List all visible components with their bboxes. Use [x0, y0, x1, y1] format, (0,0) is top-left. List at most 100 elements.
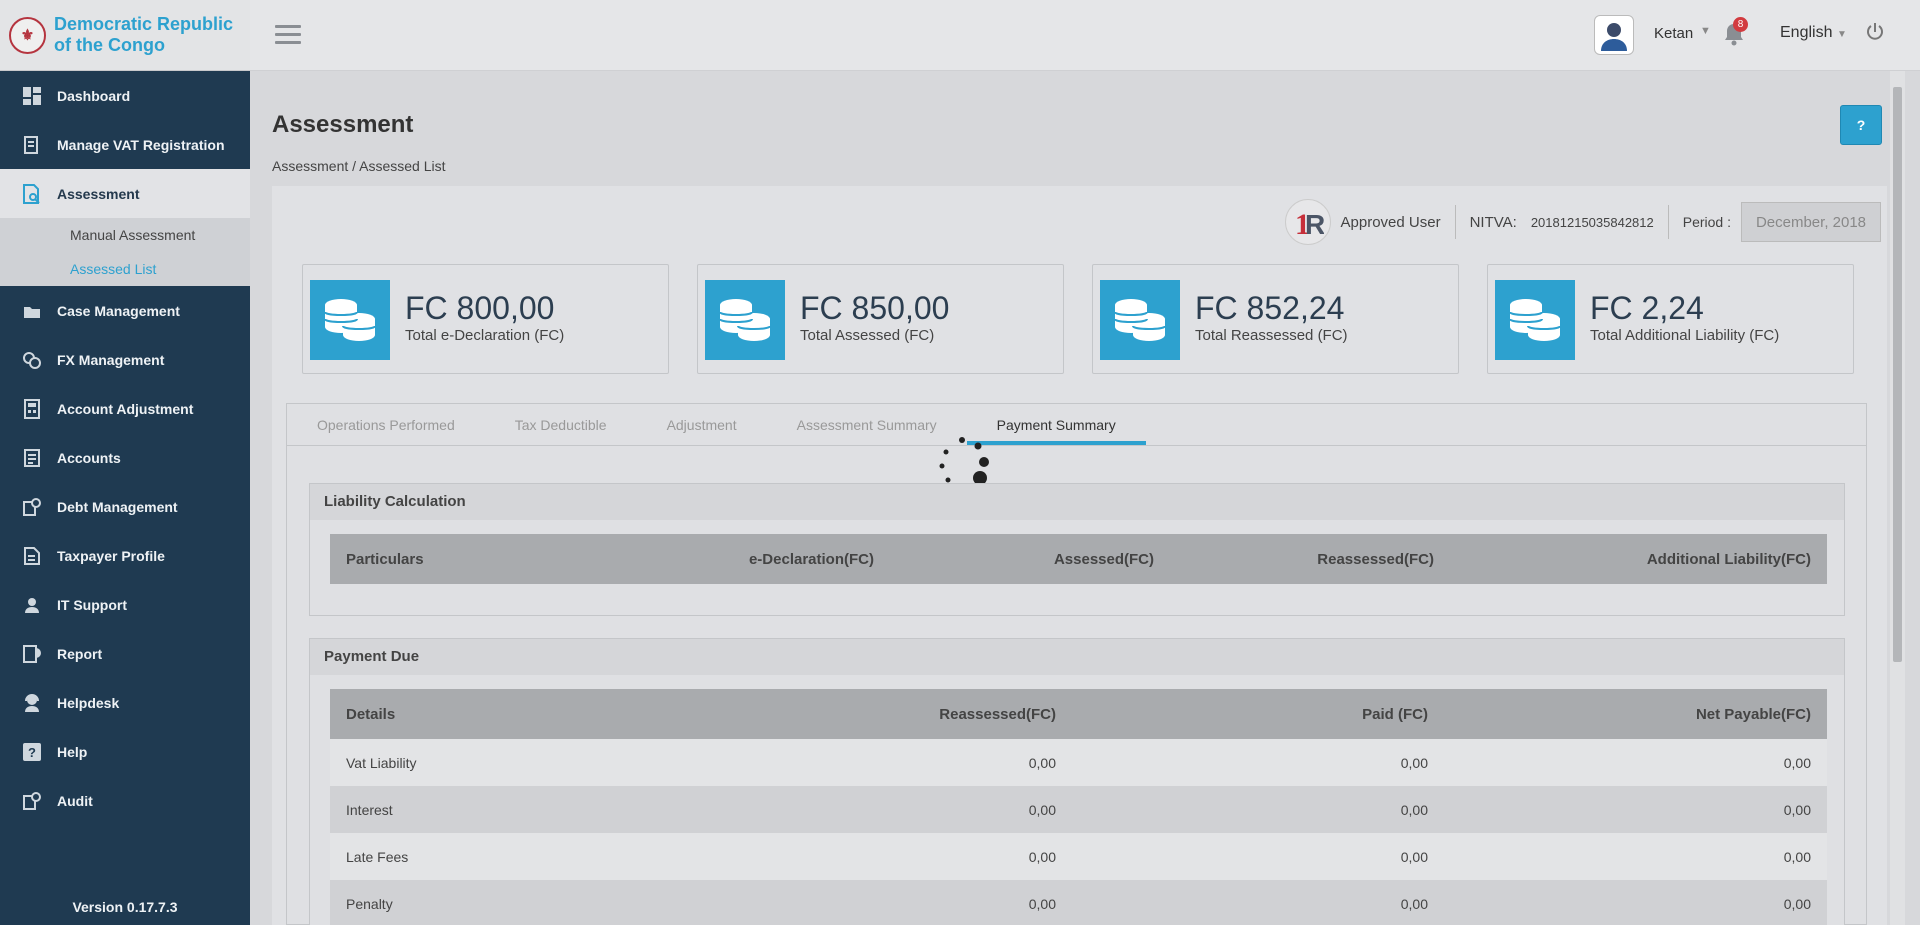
tab-adjustment[interactable]: Adjustment	[637, 404, 767, 445]
sidebar-nav: Dashboard Manage VAT Registration Assess…	[0, 71, 250, 825]
payment-due-panel: Payment Due Details Reassessed(FC) Paid …	[309, 638, 1845, 925]
power-icon[interactable]	[1865, 22, 1887, 44]
brand[interactable]: ⚜ Democratic Republic of the Congo	[0, 0, 250, 71]
sidebar-item-label: Audit	[57, 792, 93, 809]
help-button[interactable]: ?	[1840, 105, 1882, 145]
sidebar-item-help[interactable]: ? Help	[0, 727, 250, 776]
row-net: 0,00	[1444, 880, 1827, 925]
tab-tax-deductible[interactable]: Tax Deductible	[485, 404, 637, 445]
avatar[interactable]	[1594, 15, 1634, 55]
accounts-icon	[22, 448, 42, 468]
report-icon	[22, 644, 42, 664]
coins-icon	[1100, 280, 1180, 360]
sidebar-item-label: Help	[57, 743, 88, 760]
sidebar-item-label: FX Management	[57, 351, 165, 368]
card-value: FC 800,00	[405, 290, 555, 326]
assessment-icon	[22, 183, 42, 204]
version-label: Version 0.17.7.3	[72, 899, 178, 915]
chevron-down-icon: ▼	[1836, 29, 1847, 40]
top-header: Ketan ▼ 8 English ▼	[250, 0, 1920, 71]
sidebar-item-report[interactable]: Report	[0, 629, 250, 678]
breadcrumb: Assessment / Assessed List	[272, 158, 446, 174]
taxpayer-info-bar: 1R Approved User NITVA: 2018121503584281…	[1284, 199, 1881, 245]
sidebar-item-label: Dashboard	[57, 87, 131, 104]
coat-of-arms-icon: ⚜	[9, 16, 46, 54]
liability-table: Particulars e-Declaration(FC) Assessed(F…	[330, 534, 1827, 584]
card-value: FC 2,24	[1590, 290, 1704, 326]
divider	[1667, 205, 1669, 239]
sidebar-item-dashboard[interactable]: Dashboard	[0, 71, 250, 120]
column-header: Reassessed(FC)	[700, 689, 1072, 739]
approved-user-logo-icon: 1R	[1284, 199, 1331, 245]
table-row: Vat Liability 0,00 0,00 0,00	[330, 739, 1827, 786]
divider	[1454, 205, 1456, 239]
column-header: Net Payable(FC)	[1444, 689, 1827, 739]
sidebar-item-taxpayer-profile[interactable]: Taxpayer Profile	[0, 531, 250, 580]
period-field[interactable]: December, 2018	[1741, 202, 1881, 242]
tab-panel: Operations Performed Tax Deductible Adju…	[286, 403, 1867, 925]
card-label: Total Assessed (FC)	[800, 327, 935, 344]
chevron-down-icon[interactable]: ▼	[1700, 25, 1711, 37]
sidebar-item-it-support[interactable]: IT Support	[0, 580, 250, 629]
row-reassessed: 0,00	[700, 786, 1072, 833]
tab-operations-performed[interactable]: Operations Performed	[287, 404, 485, 445]
row-reassessed: 0,00	[700, 833, 1072, 880]
summary-card-reassessed: FC 852,24 Total Reassessed (FC)	[1092, 264, 1459, 374]
vertical-scrollbar[interactable]	[1890, 71, 1905, 925]
brand-name: Democratic Republic of the Congo	[54, 14, 234, 55]
column-header: Assessed(FC)	[890, 534, 1170, 584]
coins-icon	[705, 280, 785, 360]
row-detail: Interest	[330, 786, 700, 833]
row-detail: Vat Liability	[330, 739, 700, 786]
row-reassessed: 0,00	[700, 739, 1072, 786]
table-row: Penalty 0,00 0,00 0,00	[330, 880, 1827, 925]
sidebar-item-label: Report	[57, 645, 103, 662]
table-row: Interest 0,00 0,00 0,00	[330, 786, 1827, 833]
sidebar-item-accounts[interactable]: Accounts	[0, 433, 250, 482]
table-row: Late Fees 0,00 0,00 0,00	[330, 833, 1827, 880]
card-value: FC 850,00	[800, 290, 950, 326]
sidebar-item-fx-management[interactable]: FX Management	[0, 335, 250, 384]
submenu-item-assessed-list[interactable]: Assessed List	[0, 252, 250, 286]
sidebar-item-helpdesk[interactable]: Helpdesk	[0, 678, 250, 727]
sidebar-item-assessment[interactable]: Assessment	[0, 169, 250, 218]
coins-icon	[1495, 280, 1575, 360]
scrollbar-thumb[interactable]	[1893, 87, 1902, 662]
column-header: e-Declaration(FC)	[690, 534, 890, 584]
panel-title: Payment Due	[310, 639, 1844, 675]
period-label: Period :	[1682, 214, 1731, 230]
column-header: Paid (FC)	[1072, 689, 1444, 739]
summary-card-e-declaration: FC 800,00 Total e-Declaration (FC)	[302, 264, 669, 374]
card-value: FC 852,24	[1195, 290, 1345, 326]
svg-text:R: R	[1305, 209, 1324, 237]
sidebar-item-label: Assessment	[57, 185, 140, 202]
tab-bar: Operations Performed Tax Deductible Adju…	[287, 404, 1866, 446]
row-detail: Penalty	[330, 880, 700, 925]
notification-badge: 8	[1733, 17, 1748, 32]
page-title: Assessment	[272, 111, 414, 138]
sidebar-item-debt-management[interactable]: Debt Management	[0, 482, 250, 531]
language-selector[interactable]: English ▼	[1780, 24, 1847, 42]
row-net: 0,00	[1444, 739, 1827, 786]
submenu-item-manual-assessment[interactable]: Manual Assessment	[0, 218, 250, 252]
card-label: Total e-Declaration (FC)	[405, 327, 565, 344]
assessment-submenu: Manual Assessment Assessed List	[0, 218, 250, 286]
case-icon	[22, 301, 42, 321]
sidebar-item-manage-vat-registration[interactable]: Manage VAT Registration	[0, 120, 250, 169]
hamburger-menu-icon[interactable]	[275, 25, 301, 45]
liability-calculation-panel: Liability Calculation Particulars e-Decl…	[309, 483, 1845, 616]
sidebar-item-label: Helpdesk	[57, 694, 120, 711]
sidebar-item-label: IT Support	[57, 596, 127, 613]
dashboard-icon	[22, 86, 42, 106]
tab-payment-summary[interactable]: Payment Summary	[966, 404, 1146, 445]
sidebar-item-audit[interactable]: Audit	[0, 776, 250, 825]
main-area: Assessment Assessment / Assessed List ? …	[250, 71, 1905, 925]
helpdesk-icon	[22, 693, 42, 713]
sidebar-item-account-adjustment[interactable]: Account Adjustment	[0, 384, 250, 433]
user-status: Approved User	[1340, 213, 1441, 231]
row-reassessed: 0,00	[700, 880, 1072, 925]
sidebar-item-case-management[interactable]: Case Management	[0, 286, 250, 335]
card-label: Total Additional Liability (FC)	[1590, 327, 1780, 344]
row-paid: 0,00	[1072, 833, 1444, 880]
user-name[interactable]: Ketan	[1654, 25, 1693, 42]
